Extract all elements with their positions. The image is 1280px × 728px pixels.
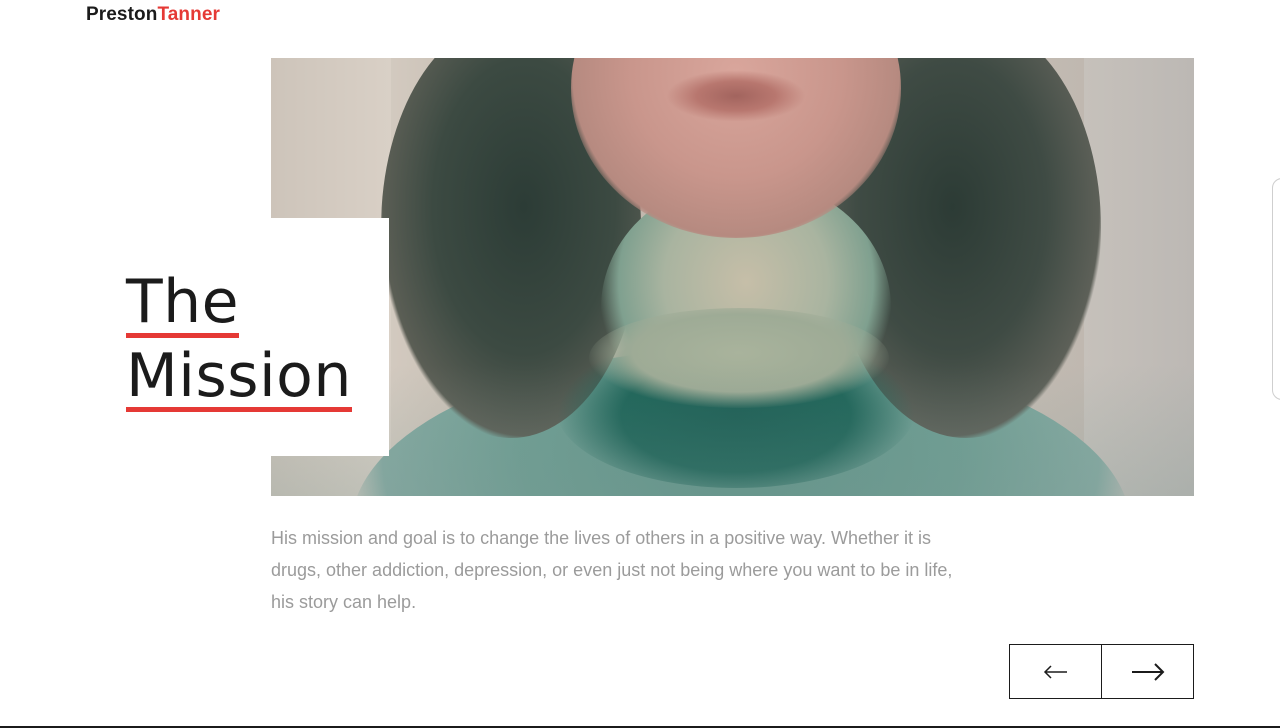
section-title-line-2: Mission <box>126 341 352 412</box>
side-panel-tab[interactable] <box>1272 178 1280 400</box>
slider-controls <box>1009 644 1194 699</box>
brand-first-name: Preston <box>86 4 158 25</box>
brand-logo[interactable]: PrestonTanner <box>86 3 220 27</box>
brand-last-name: Tanner <box>157 4 220 25</box>
arrow-right-icon <box>1131 662 1164 681</box>
prev-slide-button[interactable] <box>1009 644 1102 699</box>
page: PrestonTanner The Mission His mission an… <box>0 0 1280 728</box>
section-description: His mission and goal is to change the li… <box>271 528 953 612</box>
next-slide-button[interactable] <box>1102 644 1194 699</box>
section-title-line-1: The <box>126 267 240 338</box>
arrow-left-icon <box>1043 664 1067 679</box>
section-title: The Mission <box>126 265 352 413</box>
hero-image <box>271 58 1194 496</box>
